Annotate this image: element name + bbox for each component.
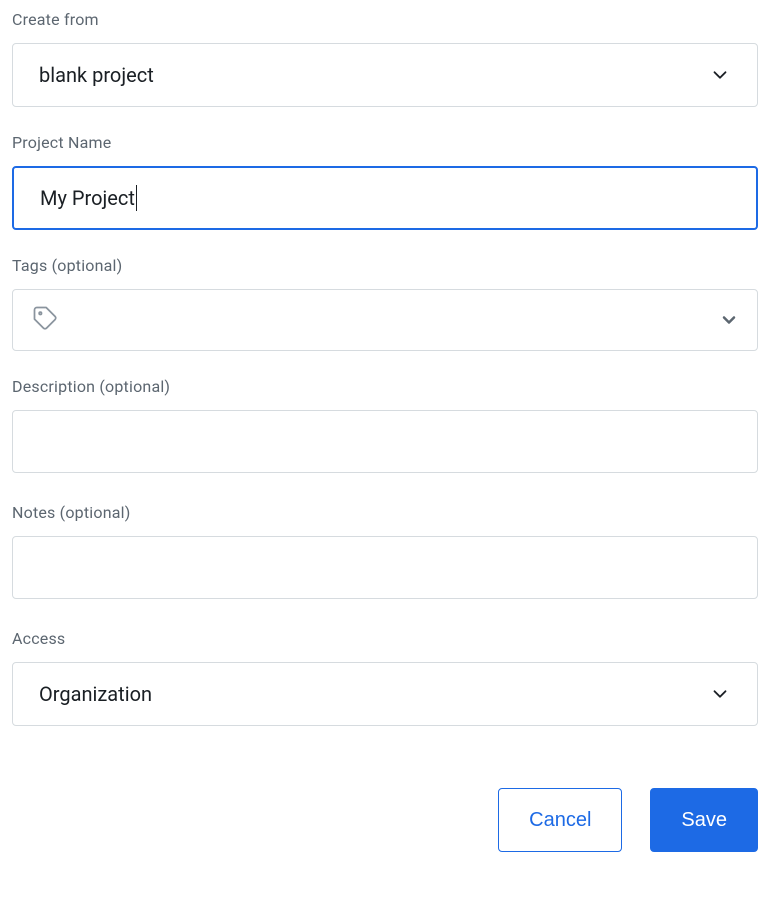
access-select[interactable]: Organization [12,662,758,726]
create-from-select[interactable]: blank project [12,43,758,107]
create-from-label: Create from [12,10,758,29]
description-label: Description (optional) [12,377,758,396]
tags-select[interactable] [12,289,758,351]
description-input[interactable] [12,410,758,473]
chevron-down-icon [709,64,731,86]
tag-icon [31,304,59,336]
chevron-down-icon [709,683,731,705]
notes-label: Notes (optional) [12,503,758,522]
text-caret [136,185,137,211]
tags-label: Tags (optional) [12,256,758,275]
access-label: Access [12,629,758,648]
cancel-button[interactable]: Cancel [498,788,622,852]
project-name-value: My Project [40,186,135,210]
project-name-label: Project Name [12,133,758,152]
form-footer: Cancel Save [12,788,758,852]
project-name-input[interactable]: My Project [12,166,758,230]
chevron-down-icon [719,310,739,330]
save-button[interactable]: Save [650,788,758,852]
access-value: Organization [39,682,152,706]
create-from-value: blank project [39,63,154,87]
notes-input[interactable] [12,536,758,599]
